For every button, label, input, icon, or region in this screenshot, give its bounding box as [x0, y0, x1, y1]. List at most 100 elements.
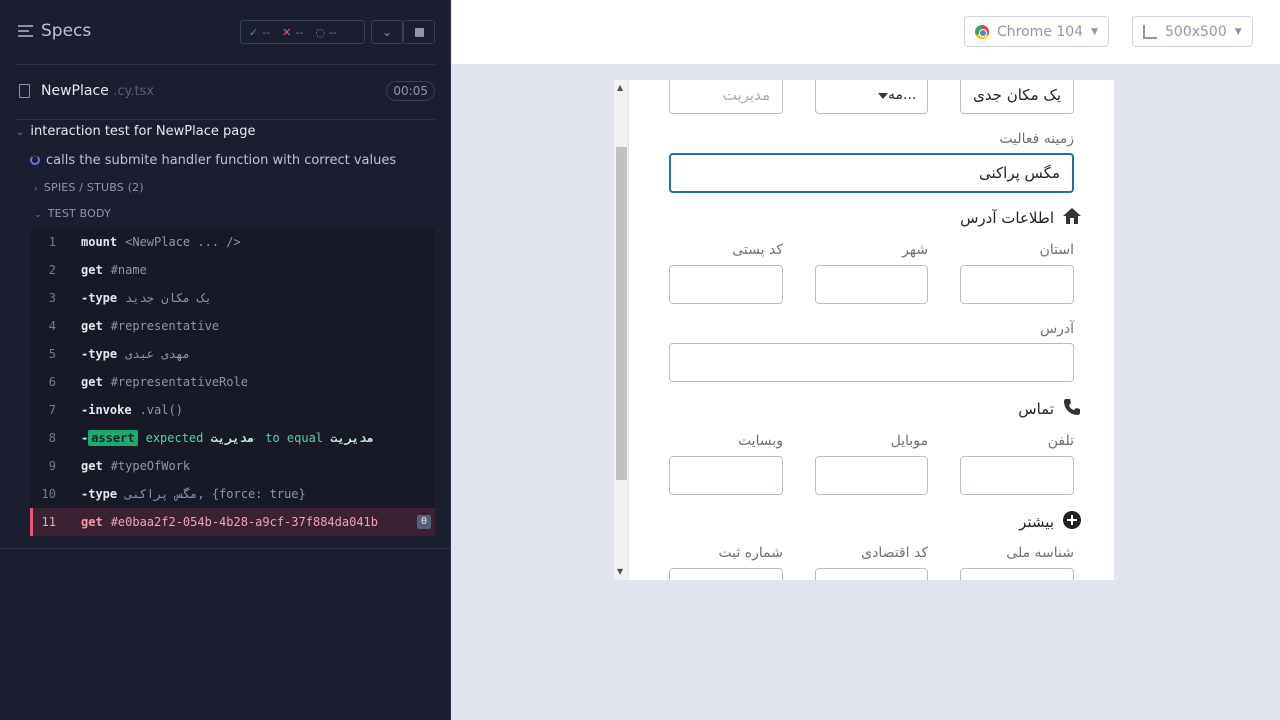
ruler-icon [1143, 24, 1157, 39]
command-message: یک مکان جدید [125, 291, 212, 305]
province-input[interactable] [960, 265, 1074, 304]
national-id-input[interactable] [960, 568, 1074, 580]
command-number: 3 [48, 291, 56, 305]
browser-label: Chrome 104 [997, 23, 1084, 40]
command-number: 10 [41, 487, 56, 501]
address-input[interactable] [669, 343, 1074, 382]
command-message: #typeOfWork [110, 459, 191, 473]
command-row[interactable]: 3 -type یک مکان جدید [30, 284, 435, 312]
aut-header: Chrome 104 ▼ 500x500 ▼ [452, 0, 1280, 64]
chevron-down-icon: ▼ [1234, 26, 1242, 37]
test-title: calls the submite handler function with … [46, 153, 397, 168]
chevron-down-icon [878, 87, 888, 103]
more-section-heading[interactable]: بیشتر [1019, 510, 1082, 534]
spec-file-row[interactable]: NewPlace .cy.tsx 00:05 [16, 80, 435, 104]
command-number: 1 [48, 235, 56, 249]
contact-section-heading: تماس [1018, 397, 1082, 421]
element-count-badge: 0 [416, 515, 431, 529]
viewport-selector[interactable]: 500x500 ▼ [1132, 16, 1253, 47]
log-bottom-divider [0, 548, 451, 549]
browser-selector[interactable]: Chrome 104 ▼ [964, 16, 1110, 47]
command-log: 1 mount <NewPlace ... /> 2 get #name 3 -ty… [30, 228, 435, 536]
specs-list-icon[interactable] [18, 25, 33, 38]
more-section-title: بیشتر [1019, 513, 1054, 531]
province-label: استان [1039, 242, 1074, 258]
suite-row[interactable]: ⌄ interaction test for NewPlace page [16, 124, 255, 139]
command-number: 2 [48, 263, 56, 277]
contact-section-title: تماس [1018, 400, 1054, 418]
stop-icon [414, 27, 424, 37]
command-number: 5 [48, 347, 56, 361]
fail-x-icon: ✕ [282, 25, 292, 39]
website-label: وبسایت [737, 433, 783, 449]
name-input-value: یک مکان جدی [973, 86, 1061, 104]
address-label: آدرس [1040, 321, 1074, 337]
mobile-input[interactable] [815, 456, 928, 495]
command-number: 9 [48, 459, 56, 473]
scrollbar-thumb[interactable] [616, 147, 627, 480]
command-row[interactable]: 10 -type مگس پراکنی, {force: true} [30, 480, 435, 508]
command-row[interactable]: 1 mount <NewPlace ... /> [30, 228, 435, 256]
reporter-header: Specs ✓ -- ✕ -- ◌ -- ⌄ [0, 0, 451, 64]
home-icon [1062, 207, 1082, 229]
city-input[interactable] [815, 265, 928, 304]
specs-title[interactable]: Specs [41, 21, 91, 41]
command-row[interactable]: 6 get #representativeRole [30, 368, 435, 396]
chevron-down-icon: ▼ [1091, 26, 1099, 37]
assert-expected-value: مدیریت [330, 431, 374, 445]
name-input[interactable]: یک مکان جدی [960, 80, 1074, 114]
command-row[interactable]: 5 -type مهدی عبدی [30, 340, 435, 368]
command-name: -type [81, 487, 118, 501]
registration-number-input[interactable] [669, 568, 783, 580]
aut-scrollbar[interactable]: ▲ ▼ [614, 80, 629, 580]
phone-input[interactable] [960, 456, 1074, 495]
assert-command-row[interactable]: 8 - assert expected مدیریت to equal مدیریت [30, 424, 435, 452]
command-message: #representative [110, 319, 220, 333]
command-message: #representativeRole [110, 375, 248, 389]
document-icon [19, 84, 30, 98]
failed-count: -- [295, 25, 304, 39]
test-stats: ✓ -- ✕ -- ◌ -- [240, 20, 365, 44]
city-label: شهر [902, 242, 928, 258]
phone-icon [1062, 397, 1082, 421]
type-of-work-value: مگس پراکنی [979, 164, 1060, 182]
representative-role-input[interactable]: مدیریت [669, 80, 783, 114]
chrome-icon [975, 24, 989, 39]
postal-code-input[interactable] [669, 265, 783, 304]
new-place-form: یک مکان جدی مه... مدیریت زمینه فعالیت مگ… [614, 80, 1114, 580]
command-number: 11 [41, 515, 56, 529]
phone-label: تلفن [1047, 433, 1074, 449]
scroll-up-arrow-icon[interactable]: ▲ [617, 83, 623, 92]
scroll-down-arrow-icon[interactable]: ▼ [617, 567, 623, 576]
command-row[interactable]: 9 get #typeOfWork [30, 452, 435, 480]
running-spinner-icon [30, 155, 40, 165]
pending-count: -- [328, 25, 337, 39]
command-message: <NewPlace ... /> [125, 235, 241, 249]
website-input[interactable] [669, 456, 783, 495]
chevron-down-icon: ⌄ [381, 25, 393, 39]
command-message: #e0baa2f2-054b-4b28-a9cf-37f884da041b [110, 515, 378, 529]
test-body-toggle[interactable]: ⌄ TEST BODY [34, 207, 111, 220]
type-of-work-label: زمینه فعالیت [999, 131, 1074, 147]
command-number: 8 [48, 431, 56, 445]
chevron-right-icon: › [34, 184, 38, 194]
command-name: get [81, 515, 103, 529]
chevron-down-icon: ⌄ [16, 127, 25, 138]
type-of-work-input[interactable]: مگس پراکنی [669, 153, 1074, 193]
role-selected-value: مه... [888, 87, 917, 103]
economic-code-input[interactable] [815, 568, 928, 580]
command-row[interactable]: 7 -invoke .val() [30, 396, 435, 424]
header-divider [16, 64, 435, 65]
spec-file-name: NewPlace [41, 83, 109, 99]
test-row[interactable]: calls the submite handler function with … [30, 153, 396, 168]
command-row[interactable]: 4 get #representative [30, 312, 435, 340]
national-id-label: شناسه ملی [1006, 545, 1074, 561]
role-placeholder: مدیریت [722, 86, 770, 104]
stop-button[interactable] [403, 20, 435, 44]
command-row[interactable]: 2 get #name [30, 256, 435, 284]
command-number: 6 [48, 375, 56, 389]
representative-role-select[interactable]: مه... [815, 80, 928, 114]
failing-command-row[interactable]: 11 get #e0baa2f2-054b-4b28-a9cf-37f884da0… [30, 508, 435, 536]
expand-collapse-button[interactable]: ⌄ [371, 20, 403, 44]
spies-stubs-toggle[interactable]: › SPIES / STUBS (2) [34, 181, 144, 194]
